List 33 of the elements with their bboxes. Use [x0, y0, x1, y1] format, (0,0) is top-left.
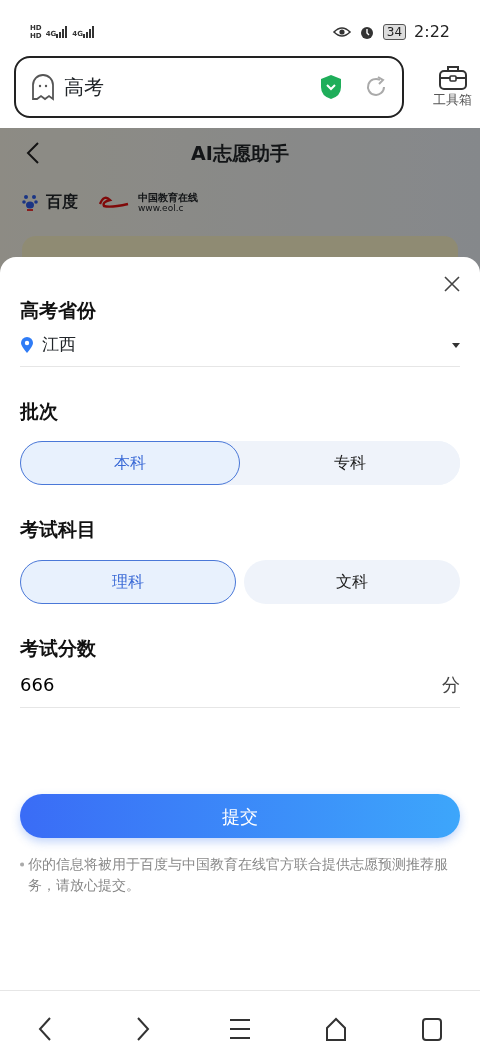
toolbox-button[interactable]: 工具箱	[433, 64, 472, 110]
alarm-icon	[358, 24, 375, 40]
option-button[interactable]: 文科	[244, 559, 460, 604]
page-title: AI志愿助手	[191, 140, 289, 166]
score-input[interactable]: 666	[20, 671, 442, 698]
eye-icon	[332, 26, 351, 38]
signal-icon	[82, 26, 95, 38]
field-label: 批次	[20, 398, 59, 424]
address-bar[interactable]: 高考	[14, 56, 404, 118]
field-label: 考试科目	[20, 517, 97, 542]
clock-text: 2:22	[414, 21, 450, 43]
logo-url: www.eol.c	[138, 202, 184, 213]
logo-text: 百度	[46, 191, 78, 213]
caret-icon	[452, 342, 460, 348]
unit-text: 分	[442, 673, 460, 697]
logo-text: 中国教育在线	[138, 191, 198, 203]
notice-text: 你的信息将被用于百度与中国教育在线官方联合提供志愿预测推荐服务，请放心提交。	[28, 855, 450, 895]
field-label: 考试分数	[20, 635, 97, 661]
signal-icon	[56, 26, 69, 38]
close-icon[interactable]	[444, 276, 460, 292]
location-pin-icon	[20, 336, 34, 354]
option-button[interactable]: 本科	[20, 441, 240, 485]
field-label: 高考省份	[20, 298, 97, 323]
option-button[interactable]: 理科	[20, 559, 236, 604]
ghost-icon	[30, 73, 56, 101]
bullet-icon	[20, 862, 25, 867]
back-icon[interactable]	[26, 141, 40, 165]
query-text: 高考	[64, 74, 104, 101]
paw-icon	[22, 193, 38, 211]
province-select[interactable]: 江西	[20, 324, 460, 367]
toolbox-icon	[437, 64, 468, 91]
battery-icon: 34	[382, 24, 407, 40]
shield-icon	[320, 74, 342, 100]
